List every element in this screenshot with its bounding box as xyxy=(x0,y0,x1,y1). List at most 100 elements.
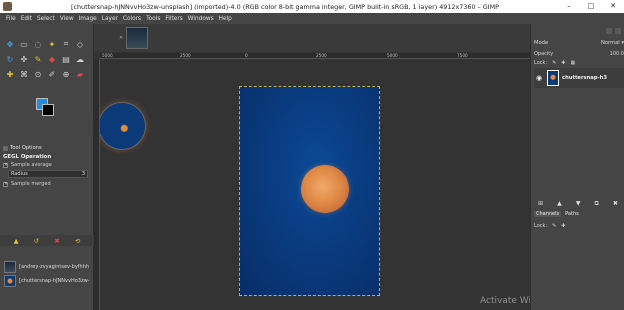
warp-icon[interactable]: ↻ xyxy=(4,53,16,65)
toolbox: ✥ ▭ ◌ ✦ ⌗ ◇ ↻ ✜ ✎ ◆ ▤ ☁ ✚ ⌘ ⊙ ✐ ⊕ ▰ xyxy=(4,38,90,82)
menu-help[interactable]: Help xyxy=(219,16,232,22)
lock-position-icon[interactable]: ✚ xyxy=(561,223,565,229)
canvas-area: ✕ 5000 2500 0 2500 5000 7500 Activate Wi… xyxy=(94,24,560,310)
unified-transform-icon[interactable]: ◇ xyxy=(74,38,86,50)
image-canvas[interactable] xyxy=(239,86,380,296)
radius-label: Radius xyxy=(11,171,28,177)
menu-edit[interactable]: Edit xyxy=(21,16,32,22)
tool-options-buttons: ▲ ↺ ✖ ⟲ xyxy=(0,235,94,246)
lock-position-icon[interactable]: ✚ xyxy=(561,60,565,66)
image-name: [andrey-zvyagintsev-byfhhh xyxy=(19,264,90,270)
menu-view[interactable]: View xyxy=(60,16,74,22)
image-thumbnail xyxy=(4,275,16,287)
sample-average-checkbox[interactable]: ✕ xyxy=(3,162,8,168)
menu-bar: File Edit Select View Image Layer Colors… xyxy=(0,13,624,24)
dock-button-icon[interactable] xyxy=(615,28,621,34)
channel-lock-label: Lock: xyxy=(534,223,548,229)
image-tabs: ✕ xyxy=(94,24,530,150)
ruler-tick: 0 xyxy=(245,53,248,58)
image-thumbnail xyxy=(4,261,16,273)
sample-average-label: Sample average xyxy=(11,162,52,168)
menu-layer[interactable]: Layer xyxy=(102,16,118,22)
mode-value: Normal xyxy=(600,39,620,46)
menu-file[interactable]: File xyxy=(6,16,16,22)
opacity-row[interactable]: Opacity 100.0 xyxy=(534,50,624,57)
left-dock: ✥ ▭ ◌ ✦ ⌗ ◇ ↻ ✜ ✎ ◆ ▤ ☁ ✚ ⌘ ⊙ ✐ ⊕ ▰ Tool… xyxy=(0,24,94,310)
fg-bg-colors[interactable] xyxy=(36,98,60,122)
list-item[interactable]: [andrey-zvyagintsev-byfhhh xyxy=(4,260,92,274)
smudge-icon[interactable]: ☁ xyxy=(74,53,86,65)
gegl-operation-title: GEGL Operation xyxy=(3,154,52,160)
mode-row: Mode Normal ▾ xyxy=(534,38,624,47)
gimp-icon xyxy=(3,2,12,11)
opacity-value[interactable]: 100.0 xyxy=(610,51,624,57)
delete-icon[interactable]: ✖ xyxy=(54,237,59,245)
sample-merged-option[interactable]: ✕ Sample merged xyxy=(3,181,51,187)
menu-filters[interactable]: Filters xyxy=(165,16,182,22)
crop-icon[interactable]: ⌗ xyxy=(60,38,72,50)
eraser-icon[interactable]: ▰ xyxy=(74,68,86,80)
tab-paths[interactable]: Paths xyxy=(563,211,581,217)
menu-select[interactable]: Select xyxy=(37,16,55,22)
close-button[interactable]: ✕ xyxy=(602,0,624,13)
right-dock: Mode Normal ▾ Opacity 100.0 Lock: ✎ ✚ ▦ … xyxy=(530,24,624,310)
mode-select[interactable]: Normal ▾ xyxy=(601,40,624,46)
paint-icon[interactable]: ✎ xyxy=(32,53,44,65)
paths-icon[interactable]: ⌘ xyxy=(18,68,30,80)
vertical-ruler xyxy=(94,59,100,310)
handle-transform-icon[interactable]: ✜ xyxy=(18,53,30,65)
bucket-fill-icon[interactable]: ◆ xyxy=(46,53,58,65)
duplicate-layer-icon[interactable]: ⧉ xyxy=(595,200,599,208)
raise-layer-icon[interactable]: ▲ xyxy=(557,200,562,207)
move-icon[interactable]: ✥ xyxy=(4,38,16,50)
tool-options-tab-icon[interactable] xyxy=(3,145,8,151)
ruler-tick: 2500 xyxy=(180,53,191,58)
maximize-button[interactable]: □ xyxy=(580,0,602,13)
menu-windows[interactable]: Windows xyxy=(188,16,214,22)
rect-select-icon[interactable]: ▭ xyxy=(18,38,30,50)
sample-average-option[interactable]: ✕ Sample average xyxy=(3,162,52,168)
gradient-icon[interactable]: ▤ xyxy=(60,53,72,65)
title-bar: [chuttersnap-hJNNvvHo3zw-unsplash] (impo… xyxy=(0,0,624,13)
save-preset-icon[interactable]: ▲ xyxy=(14,237,19,245)
restore-icon[interactable]: ↺ xyxy=(34,237,39,245)
reset-icon[interactable]: ⟲ xyxy=(75,237,80,245)
channels-paths-tabs: Channels Paths xyxy=(531,209,624,218)
radius-field[interactable]: Radius 3 xyxy=(8,170,88,178)
lock-alpha-icon[interactable]: ▦ xyxy=(571,60,576,66)
visibility-eye-icon[interactable]: ◉ xyxy=(534,74,544,82)
lock-pixels-icon[interactable]: ✎ xyxy=(552,223,556,229)
lower-layer-icon[interactable]: ▼ xyxy=(576,200,581,207)
text-icon[interactable]: ✚ xyxy=(4,68,16,80)
close-icon[interactable]: ✕ xyxy=(119,35,123,41)
layer-thumbnail xyxy=(547,70,559,86)
layer-item[interactable]: ◉ chuttersnap-h3 xyxy=(534,68,624,88)
delete-layer-icon[interactable]: ✖ xyxy=(613,200,618,207)
new-layer-icon[interactable]: ⊞ xyxy=(538,200,543,207)
lasso-icon[interactable]: ◌ xyxy=(32,38,44,50)
tab-tool-options[interactable]: Tool Options xyxy=(10,145,42,151)
moon xyxy=(301,165,349,213)
image-tab-portrait[interactable]: ✕ xyxy=(119,27,148,49)
radius-value[interactable]: 3 xyxy=(82,171,85,177)
color-picker-icon[interactable]: ✐ xyxy=(46,68,58,80)
tab-channels[interactable]: Channels xyxy=(534,210,562,217)
menu-colors[interactable]: Colors xyxy=(123,16,141,22)
horizontal-ruler: 5000 2500 0 2500 5000 7500 xyxy=(100,53,530,59)
sample-merged-checkbox[interactable]: ✕ xyxy=(3,181,8,187)
minimize-button[interactable]: – xyxy=(558,0,580,13)
ruler-tick: 7500 xyxy=(457,53,468,58)
layer-name[interactable]: chuttersnap-h3 xyxy=(562,75,607,81)
dock-button-icon[interactable] xyxy=(606,28,612,34)
fuzzy-select-icon[interactable]: ✦ xyxy=(46,38,58,50)
menu-tools[interactable]: Tools xyxy=(146,16,160,22)
lock-pixels-icon[interactable]: ✎ xyxy=(552,60,556,66)
ruler-tick: 2500 xyxy=(316,53,327,58)
zoom-icon[interactable]: ⊕ xyxy=(60,68,72,80)
clone-icon[interactable]: ⊙ xyxy=(32,68,44,80)
ruler-tick: 5000 xyxy=(102,53,113,58)
background-color[interactable] xyxy=(42,104,54,116)
image-tab-moon[interactable] xyxy=(98,102,146,150)
menu-image[interactable]: Image xyxy=(79,16,97,22)
list-item[interactable]: [chuttersnap-hJNNvvHo3zw- xyxy=(4,274,92,288)
